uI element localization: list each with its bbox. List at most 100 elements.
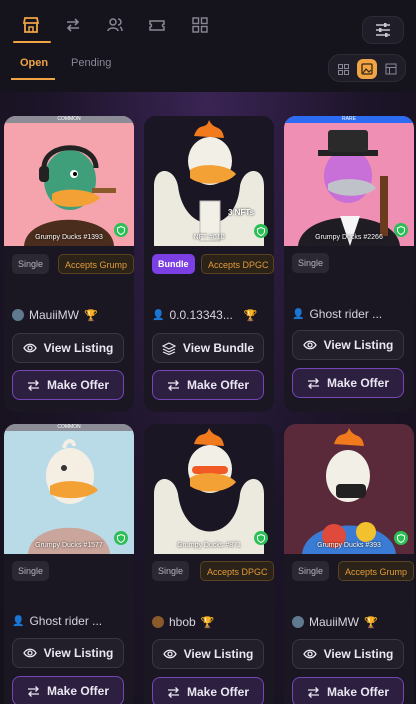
active-tab-indicator <box>11 78 55 80</box>
make-offer-label: Make Offer <box>326 376 390 390</box>
view-mode-toggle <box>328 54 406 82</box>
avatar <box>152 616 164 628</box>
swap-icon <box>167 379 179 391</box>
view-listing-button[interactable]: View Listing <box>12 333 124 363</box>
type-badge: Bundle <box>152 254 195 274</box>
nft-caption: Grumpy Ducks #2266 <box>315 234 383 241</box>
listing-card[interactable]: Grumpy Ducks #871 Single Accepts DPGC hb… <box>144 424 274 704</box>
swap-icon <box>27 685 39 697</box>
listing-card[interactable]: COMMON Grumpy Ducks #1393 Single Accepts… <box>4 116 134 412</box>
rarity-badge: RARE <box>284 116 414 123</box>
type-badge: Single <box>152 561 190 581</box>
view-listing-button[interactable]: View Listing <box>152 639 264 669</box>
user-icon: 👤 <box>152 309 165 321</box>
trophy-icon: 🏆 <box>200 616 215 629</box>
view-bundle-label: View Bundle <box>182 341 255 355</box>
make-offer-label: Make Offer <box>186 378 250 392</box>
make-offer-button[interactable]: Make Offer <box>292 368 404 398</box>
swap-icon <box>307 686 319 698</box>
tab-open[interactable]: Open <box>20 57 48 69</box>
listing-card[interactable]: COMMON Grumpy Ducks #1577 Single 👤 Ghost… <box>4 424 134 704</box>
make-offer-label: Make Offer <box>46 378 110 392</box>
eye-icon <box>162 649 177 659</box>
view-bundle-button[interactable]: View Bundle <box>152 333 264 363</box>
table-icon[interactable] <box>381 59 401 79</box>
owner-info[interactable]: 👤 Ghost rider ... <box>12 614 102 628</box>
swap-icon <box>27 379 39 391</box>
user-icon: 👤 <box>12 615 25 627</box>
verified-icon <box>394 531 408 545</box>
eye-icon <box>302 649 317 659</box>
view-listing-label: View Listing <box>323 647 394 661</box>
owner-info[interactable]: MauiiMW 🏆 <box>12 308 98 322</box>
owner-info[interactable]: 👤 0.0.13343... 🏆 <box>152 308 258 322</box>
eye-icon <box>22 343 37 353</box>
filter-settings-button[interactable] <box>362 16 404 44</box>
ticket-icon[interactable] <box>144 12 170 38</box>
make-offer-label: Make Offer <box>326 685 390 699</box>
nft-image: COMMON Grumpy Ducks #1393 <box>4 116 134 246</box>
active-nav-indicator <box>13 41 51 43</box>
owner-name: Ghost rider ... <box>29 614 103 628</box>
make-offer-label: Make Offer <box>186 685 250 699</box>
grid-small-icon[interactable] <box>333 59 353 79</box>
view-listing-button[interactable]: View Listing <box>12 638 124 668</box>
make-offer-button[interactable]: Make Offer <box>12 370 124 400</box>
view-listing-label: View Listing <box>323 338 394 352</box>
owner-info[interactable]: hbob 🏆 <box>152 615 214 629</box>
accepts-badge: Accepts Grump <box>58 254 134 274</box>
view-listing-button[interactable]: View Listing <box>292 330 404 360</box>
verified-icon <box>114 531 128 545</box>
accepts-badge: Accepts DPGC <box>200 561 274 581</box>
owner-name: MauiiMW <box>29 308 79 322</box>
rarity-badge: COMMON <box>4 424 134 431</box>
rarity-badge: COMMON <box>4 116 134 123</box>
verified-icon <box>394 223 408 237</box>
user-icon: 👤 <box>292 308 305 320</box>
swap-icon <box>307 377 319 389</box>
view-listing-label: View Listing <box>43 646 114 660</box>
owner-info[interactable]: MauiiMW 🏆 <box>292 615 378 629</box>
view-listing-label: View Listing <box>43 341 114 355</box>
nft-image: Grumpy Ducks #871 <box>144 424 274 554</box>
nft-image: 3 NFTs NFT #610 <box>144 116 274 246</box>
make-offer-button[interactable]: Make Offer <box>292 677 404 704</box>
make-offer-button[interactable]: Make Offer <box>152 370 264 400</box>
owner-info[interactable]: 👤 Ghost rider ... <box>292 307 382 321</box>
type-badge: Single <box>12 561 50 581</box>
make-offer-button[interactable]: Make Offer <box>152 677 264 704</box>
make-offer-button[interactable]: Make Offer <box>12 676 124 704</box>
accepts-badge: Accepts DPGC <box>201 254 274 274</box>
nft-caption: Grumpy Ducks #393 <box>317 542 381 549</box>
view-listing-button[interactable]: View Listing <box>292 639 404 669</box>
listing-card[interactable]: RARE Grumpy Ducks #2266 Single 👤 Ghost r… <box>284 116 414 412</box>
store-icon[interactable] <box>18 12 44 38</box>
owner-name: MauiiMW <box>309 615 359 629</box>
owner-name: 0.0.13343... <box>169 308 233 322</box>
nft-image: RARE Grumpy Ducks #2266 <box>284 116 414 246</box>
trophy-icon: 🏆 <box>243 309 258 322</box>
type-badge: Single <box>292 253 330 273</box>
make-offer-label: Make Offer <box>46 684 110 698</box>
image-icon[interactable] <box>357 59 377 79</box>
trophy-icon: 🏆 <box>364 616 378 629</box>
listing-card[interactable]: Grumpy Ducks #393 Single Accepts Grump M… <box>284 424 414 704</box>
users-icon[interactable] <box>102 12 128 38</box>
verified-icon <box>254 224 268 238</box>
verified-icon <box>254 531 268 545</box>
nft-caption: Grumpy Ducks #871 <box>177 542 241 549</box>
type-badge: Single <box>12 254 50 274</box>
swap-icon[interactable] <box>60 12 86 38</box>
trophy-icon: 🏆 <box>84 309 98 322</box>
nft-caption: Grumpy Ducks #1577 <box>35 542 103 549</box>
listing-card[interactable]: 3 NFTs NFT #610 Bundle Accepts DPGC 👤 0.… <box>144 116 274 412</box>
owner-name: hbob <box>169 615 196 629</box>
bundle-count: 3 NFTs <box>228 208 255 217</box>
verified-icon <box>114 223 128 237</box>
grid-icon[interactable] <box>187 12 213 38</box>
tab-pending[interactable]: Pending <box>71 57 111 69</box>
view-listing-label: View Listing <box>183 647 254 661</box>
nft-image: COMMON Grumpy Ducks #1577 <box>4 424 134 554</box>
type-badge: Single <box>292 561 330 581</box>
avatar <box>12 309 24 321</box>
